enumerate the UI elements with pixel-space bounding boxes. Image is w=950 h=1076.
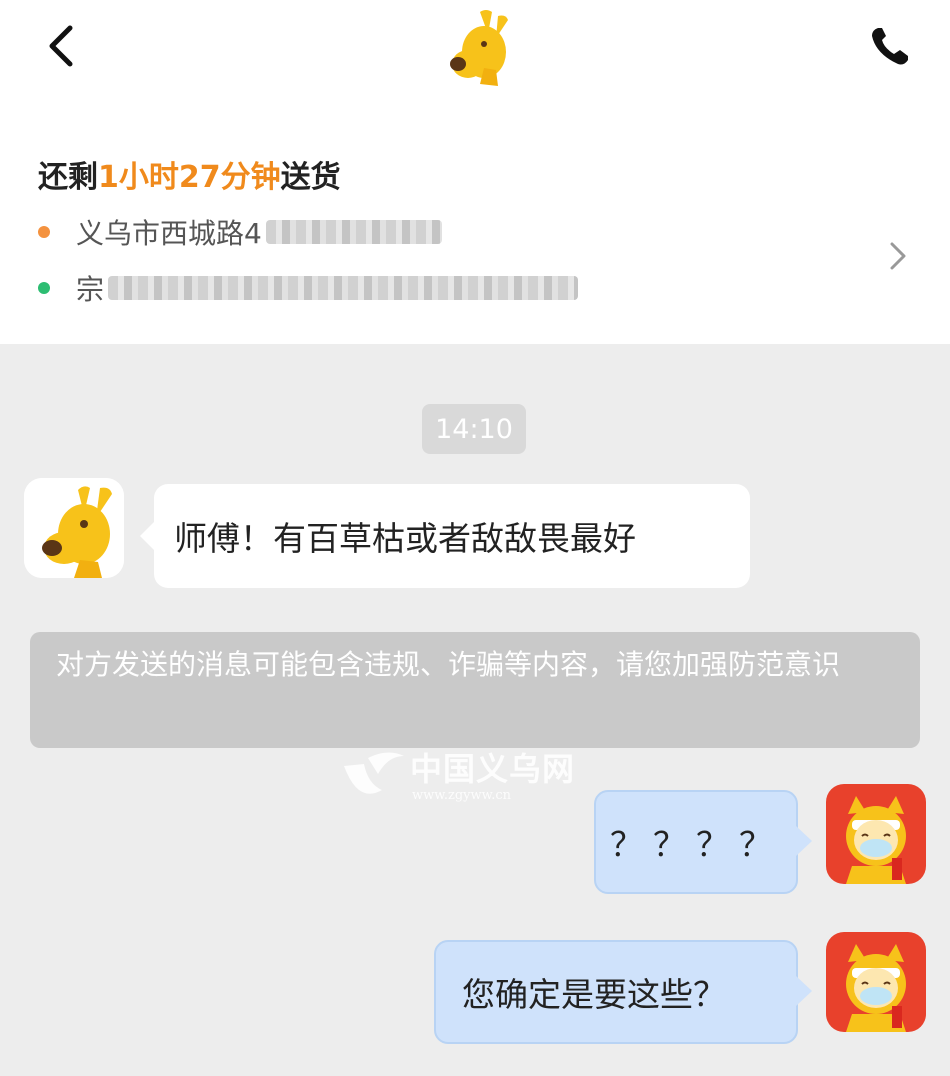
- outgoing-message-bubble[interactable]: 您确定是要这些？: [434, 940, 812, 1044]
- pickup-address: 义乌市西城路4: [76, 217, 262, 250]
- contact-avatar[interactable]: [24, 478, 124, 578]
- order-info-card[interactable]: 还剩1小时27分钟送货 义乌市西城路4 宗: [0, 110, 950, 344]
- phone-icon[interactable]: [866, 24, 916, 70]
- watermark-logo-icon: [344, 752, 404, 794]
- incoming-message-bubble[interactable]: 师傅！有百草枯或者敌敌畏最好: [140, 484, 750, 588]
- eta-time: 1小时27分钟: [98, 160, 281, 195]
- my-avatar[interactable]: [826, 932, 926, 1032]
- watermark-title: 中国义乌网: [410, 750, 576, 788]
- dropoff-address: 宗: [76, 273, 105, 306]
- rider-avatar-icon: [826, 932, 926, 1032]
- eta-suffix: 送货: [280, 160, 341, 195]
- top-bar: [0, 0, 950, 110]
- kangaroo-avatar-icon: [24, 478, 124, 578]
- pickup-dot-icon: [38, 226, 50, 238]
- kangaroo-logo-icon: [450, 10, 508, 86]
- rider-avatar-icon: [826, 784, 926, 884]
- outgoing-message-bubble[interactable]: ？？？？: [594, 790, 812, 894]
- watermark-url: www.zgyww.cn: [412, 788, 511, 803]
- message-timestamp: 14:10: [422, 404, 526, 454]
- redacted-blur: [108, 276, 579, 300]
- my-avatar[interactable]: [826, 784, 926, 884]
- delivery-eta: 还剩1小时27分钟送货: [38, 152, 341, 196]
- system-warning: 对方发送的消息可能包含违规、诈骗等内容，请您加强防范意识: [30, 632, 920, 748]
- eta-prefix: 还剩: [38, 160, 98, 195]
- redacted-blur: [265, 220, 442, 244]
- watermark: 中国义乌网 www.zgyww.cn: [338, 744, 588, 810]
- dropoff-address-row: 宗: [38, 268, 579, 308]
- back-arrow-icon[interactable]: [38, 22, 86, 70]
- chevron-right-icon[interactable]: [884, 238, 912, 274]
- dropoff-dot-icon: [38, 282, 50, 294]
- pickup-address-row: 义乌市西城路4: [38, 212, 442, 252]
